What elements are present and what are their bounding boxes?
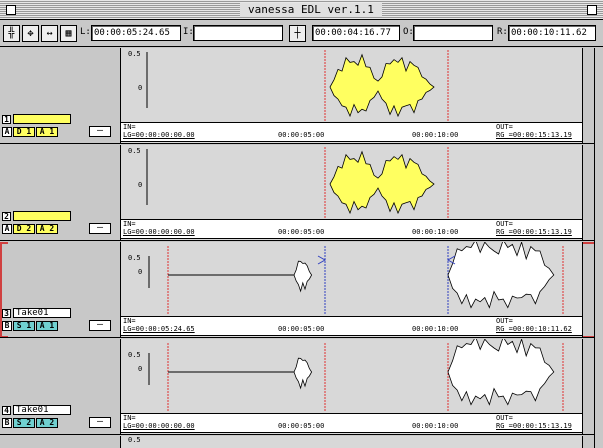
window-title: vanessa EDL ver.1.1 bbox=[240, 3, 382, 17]
select-tool-icon[interactable]: ✥ bbox=[22, 25, 39, 42]
in-arrow-icon bbox=[317, 255, 327, 265]
track-3[interactable]: 3 Take01 B S 1 A 1 – IN= LG=00:00:05:24.… bbox=[0, 242, 603, 338]
waveform-area[interactable] bbox=[120, 436, 583, 448]
stretch-tool-icon[interactable]: ↔ bbox=[41, 25, 58, 42]
waveform-graphic bbox=[146, 147, 449, 218]
waveform-envelope bbox=[329, 150, 435, 215]
waveform-envelope bbox=[447, 242, 555, 309]
waveform-graphic bbox=[148, 242, 564, 315]
l-timecode-field[interactable]: 00:00:05:24.65 bbox=[91, 25, 181, 41]
track-4[interactable]: 4 Take01 B S 2 A 2 – IN= LG=00:00:00:00.… bbox=[0, 339, 603, 435]
zoom-box-icon[interactable] bbox=[587, 5, 597, 15]
trim-tool-icon[interactable]: ┼ bbox=[289, 25, 306, 42]
split-tool-icon[interactable]: ╬ bbox=[3, 25, 20, 42]
r-label: R: bbox=[497, 27, 508, 37]
y-tick-half: 0.5 bbox=[128, 436, 141, 444]
grid-tool-icon[interactable]: ▦ bbox=[60, 25, 77, 42]
waveform-blip bbox=[293, 357, 313, 390]
duration-timecode-field[interactable]: 00:00:04:16.77 bbox=[312, 25, 400, 41]
l-label: L: bbox=[80, 27, 91, 37]
title-bar[interactable]: vanessa EDL ver.1.1 bbox=[0, 0, 603, 20]
waveform-envelope bbox=[329, 53, 435, 118]
waveform-graphic bbox=[146, 50, 449, 121]
o-timecode-field[interactable] bbox=[413, 25, 493, 41]
waveform-graphic bbox=[148, 339, 564, 412]
edl-window: vanessa EDL ver.1.1 ╬ ✥ ↔ ▦ L: 00:00:05:… bbox=[0, 0, 603, 448]
r-timecode-field[interactable]: 00:00:10:11.62 bbox=[508, 25, 596, 41]
track-list: 1 A D 1 A 1 – IN= LG=00:00:00:00.00 00:0… bbox=[0, 48, 603, 448]
close-box-icon[interactable] bbox=[6, 5, 16, 15]
waveform-blip bbox=[293, 260, 313, 293]
track-2[interactable]: 2 A D 2 A 2 – IN= LG=00:00:00:00.00 00:0… bbox=[0, 145, 603, 241]
track-5-partial[interactable]: 0.5 bbox=[0, 436, 603, 448]
track-1[interactable]: 1 A D 1 A 1 – IN= LG=00:00:00:00.00 00:0… bbox=[0, 48, 603, 144]
waveform-envelope bbox=[447, 339, 555, 406]
toolbar: ╬ ✥ ↔ ▦ L: 00:00:05:24.65 I: ┼ 00:00:04:… bbox=[0, 21, 603, 47]
i-timecode-field[interactable] bbox=[193, 25, 283, 41]
vertical-scrollbar[interactable] bbox=[594, 48, 603, 448]
